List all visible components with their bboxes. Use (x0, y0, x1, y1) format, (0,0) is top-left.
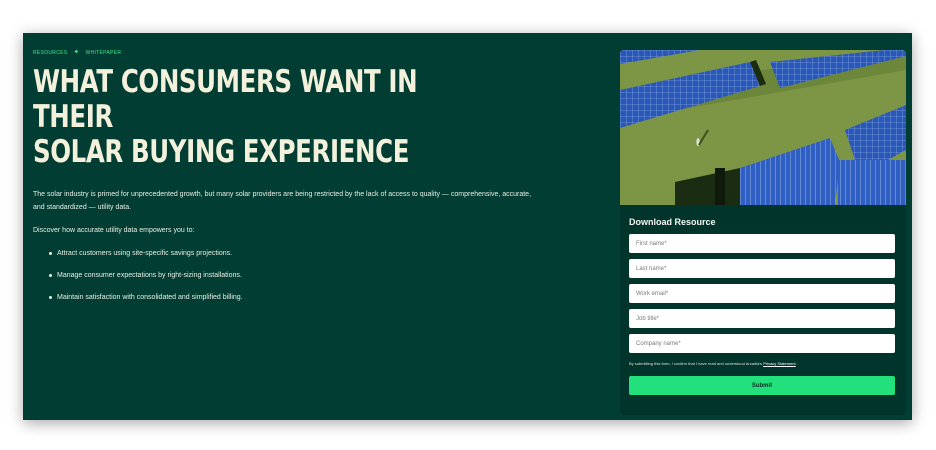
form-title: Download Resource (629, 217, 716, 227)
list-item: Manage consumer expectations by right-si… (49, 270, 573, 282)
hero-section: RESOURCES ✦ WHITEPAPER WHAT CONSUMERS WA… (33, 49, 573, 314)
solar-panel-photo (620, 50, 906, 205)
breadcrumb-whitepaper[interactable]: WHITEPAPER (86, 50, 122, 56)
page-title: WHAT CONSUMERS WANT IN THEIR SOLAR BUYIN… (33, 65, 444, 170)
first-name-field[interactable]: First name* (629, 234, 895, 253)
consent-suffix: . (795, 361, 797, 366)
work-email-field[interactable]: Work email* (629, 284, 895, 303)
submit-button[interactable]: Submit (629, 376, 895, 395)
title-line-1: WHAT CONSUMERS WANT IN THEIR (33, 64, 418, 135)
discover-paragraph: Discover how accurate utility data empow… (33, 227, 195, 234)
breadcrumb: RESOURCES ✦ WHITEPAPER (33, 49, 573, 56)
benefits-list: Attract customers using site-specific sa… (33, 248, 573, 304)
last-name-field[interactable]: Last name* (629, 259, 895, 278)
company-name-field[interactable]: Company name* (629, 334, 895, 353)
breadcrumb-resources[interactable]: RESOURCES (33, 50, 67, 56)
list-item: Maintain satisfaction with consolidated … (49, 292, 573, 304)
job-title-field[interactable]: Job title* (629, 309, 895, 328)
intro-paragraph: The solar industry is primed for unprece… (33, 191, 532, 211)
download-form: Download Resource First name* Last name*… (629, 217, 895, 395)
privacy-statement-link[interactable]: Privacy Statement (763, 361, 795, 366)
consent-prefix: By submitting this form, I confirm that … (629, 361, 763, 366)
list-item: Attract customers using site-specific sa… (49, 248, 573, 260)
title-line-2: SOLAR BUYING EXPERIENCE (33, 134, 410, 170)
download-panel: Download Resource First name* Last name*… (620, 50, 906, 415)
sparkle-icon: ✦ (73, 49, 80, 56)
page-frame: RESOURCES ✦ WHITEPAPER WHAT CONSUMERS WA… (23, 33, 912, 420)
consent-text: By submitting this form, I confirm that … (629, 361, 895, 366)
